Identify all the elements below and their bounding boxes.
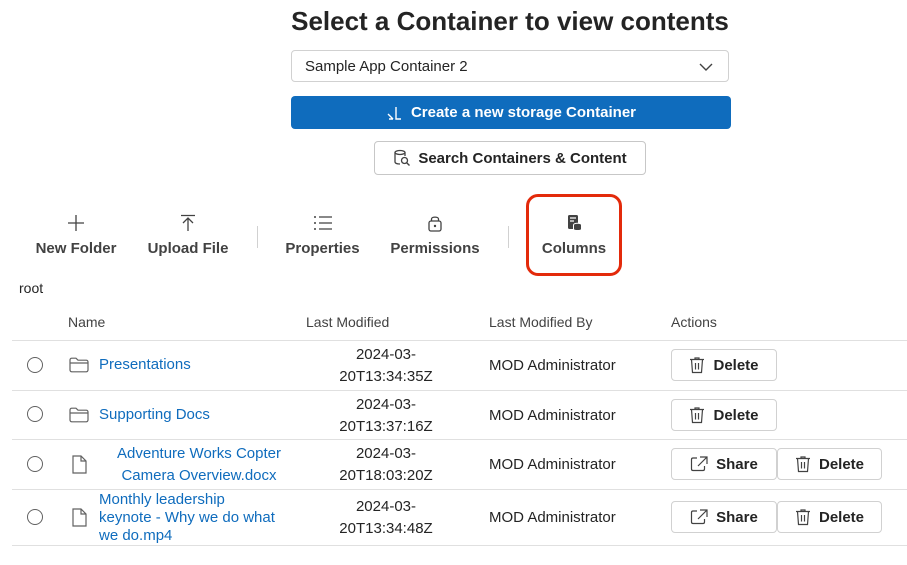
column-header-actions: Actions xyxy=(671,314,717,330)
last-modified-date: 2024-03- xyxy=(355,346,417,363)
row-select-radio[interactable] xyxy=(27,406,43,422)
item-name-line: Monthly leadership xyxy=(99,491,225,508)
last-modified-time: 20T13:37:16Z xyxy=(339,418,433,435)
row-divider xyxy=(12,439,907,440)
item-name-link[interactable]: Adventure Works Copter Camera Overview.d… xyxy=(99,443,299,487)
upload-file-label: Upload File xyxy=(147,240,229,257)
toolbar-divider xyxy=(257,226,258,248)
delete-button[interactable]: Delete xyxy=(671,349,777,381)
lock-icon xyxy=(428,216,442,232)
last-modified-cell: 2024-03- 20T13:37:16Z xyxy=(326,394,446,438)
item-name-line: we do.mp4 xyxy=(99,527,173,544)
item-name-line: Camera Overview.docx xyxy=(121,467,277,484)
item-name-link[interactable]: Presentations xyxy=(99,355,191,375)
properties-button[interactable]: Properties xyxy=(284,214,361,262)
column-header-last-modified-by[interactable]: Last Modified By xyxy=(489,314,593,330)
breadcrumb[interactable]: root xyxy=(19,280,43,296)
file-icon xyxy=(72,455,87,474)
last-modified-time: 20T18:03:20Z xyxy=(339,467,433,484)
last-modified-cell: 2024-03- 20T18:03:20Z xyxy=(326,443,446,487)
list-icon xyxy=(313,216,332,230)
column-header-name[interactable]: Name xyxy=(68,314,105,330)
page-title: Select a Container to view contents xyxy=(291,6,729,36)
last-modified-cell: 2024-03- 20T13:34:35Z xyxy=(326,344,446,388)
item-name-line: keynote - Why we do what xyxy=(99,509,275,526)
item-name-link[interactable]: Supporting Docs xyxy=(99,405,210,425)
toolbar-divider xyxy=(508,226,509,248)
trash-icon xyxy=(795,456,810,473)
search-containers-button[interactable]: Search Containers & Content xyxy=(374,141,646,175)
last-modified-time: 20T13:34:48Z xyxy=(339,520,433,537)
row-select-radio[interactable] xyxy=(27,357,43,373)
share-button[interactable]: Share xyxy=(671,501,777,533)
row-divider xyxy=(12,545,907,546)
upload-file-button[interactable]: Upload File xyxy=(146,214,230,262)
folder-icon xyxy=(69,357,89,373)
last-modified-time: 20T13:34:35Z xyxy=(339,368,433,385)
row-divider xyxy=(12,340,907,341)
trash-icon xyxy=(690,407,705,424)
create-container-button[interactable]: Create a new storage Container xyxy=(291,96,731,129)
share-label: Share xyxy=(716,455,758,473)
new-folder-button[interactable]: New Folder xyxy=(34,214,118,262)
properties-label: Properties xyxy=(285,240,360,257)
permissions-button[interactable]: Permissions xyxy=(390,214,480,262)
last-modified-cell: 2024-03- 20T13:34:48Z xyxy=(326,496,446,540)
delete-button[interactable]: Delete xyxy=(777,501,882,533)
item-name-link[interactable]: Monthly leadership keynote - Why we do w… xyxy=(99,491,275,545)
last-modified-by-cell: MOD Administrator xyxy=(489,509,616,526)
last-modified-by-cell: MOD Administrator xyxy=(489,407,616,424)
trash-icon xyxy=(795,509,810,526)
container-select-value: Sample App Container 2 xyxy=(305,57,468,75)
column-header-last-modified[interactable]: Last Modified xyxy=(306,314,389,330)
database-search-icon xyxy=(394,149,411,166)
create-icon xyxy=(387,106,401,120)
share-label: Share xyxy=(716,508,758,526)
columns-highlight xyxy=(526,194,622,276)
folder-icon xyxy=(69,407,89,423)
delete-label: Delete xyxy=(713,406,759,424)
trash-icon xyxy=(690,357,705,374)
row-select-radio[interactable] xyxy=(27,456,43,472)
chevron-down-icon xyxy=(699,63,713,71)
last-modified-date: 2024-03- xyxy=(355,396,417,413)
item-name-line: Adventure Works Copter xyxy=(117,445,281,462)
container-select[interactable]: Sample App Container 2 xyxy=(291,50,729,82)
file-icon xyxy=(72,508,87,527)
row-divider xyxy=(12,489,907,490)
last-modified-by-cell: MOD Administrator xyxy=(489,456,616,473)
row-divider xyxy=(12,390,907,391)
delete-button[interactable]: Delete xyxy=(777,448,882,480)
new-folder-label: New Folder xyxy=(35,240,117,257)
share-button[interactable]: Share xyxy=(671,448,777,480)
last-modified-by-cell: MOD Administrator xyxy=(489,357,616,374)
share-icon xyxy=(691,509,708,525)
row-select-radio[interactable] xyxy=(27,509,43,525)
permissions-label: Permissions xyxy=(390,240,480,257)
share-icon xyxy=(691,456,708,472)
last-modified-date: 2024-03- xyxy=(355,498,417,515)
last-modified-date: 2024-03- xyxy=(355,445,417,462)
search-containers-label: Search Containers & Content xyxy=(418,149,627,167)
delete-label: Delete xyxy=(818,508,865,526)
delete-label: Delete xyxy=(713,356,759,374)
delete-button[interactable]: Delete xyxy=(671,399,777,431)
delete-label: Delete xyxy=(818,455,865,473)
plus-icon xyxy=(68,215,84,231)
create-container-label: Create a new storage Container xyxy=(410,104,637,121)
upload-icon xyxy=(181,214,195,231)
